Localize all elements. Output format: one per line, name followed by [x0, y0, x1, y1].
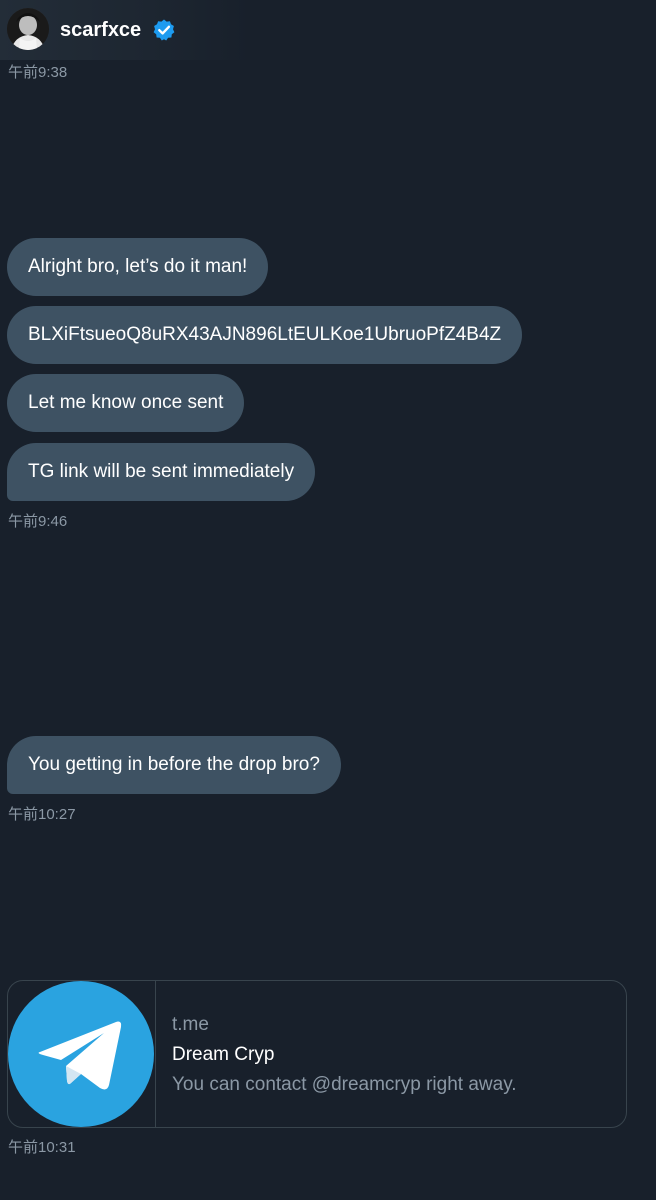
link-domain: t.me [172, 1014, 209, 1035]
username[interactable]: scarfxce [60, 17, 141, 43]
message-timestamp: 午前10:27 [8, 806, 76, 823]
message-bubble[interactable]: Let me know once sent [7, 374, 245, 432]
message-timestamp: 午前9:38 [8, 64, 68, 81]
message-bubble[interactable]: Alright bro, let’s do it man! [7, 238, 269, 296]
message-bubble[interactable]: TG link will be sent immediately [7, 443, 316, 501]
link-preview-card[interactable]: t.me Dream Cryp You can contact @dreamcr… [7, 980, 627, 1128]
message-timestamp: 午前9:46 [8, 513, 68, 530]
avatar[interactable] [7, 8, 49, 50]
message-timestamp: 午前10:31 [8, 1139, 76, 1156]
link-description: You can contact @dreamcryp right away. [172, 1074, 517, 1095]
message-bubble[interactable]: You getting in before the drop bro? [7, 736, 341, 794]
verified-badge-icon [152, 18, 176, 42]
link-title: Dream Cryp [172, 1044, 275, 1065]
message-bubble[interactable]: BLXiFtsueoQ8uRX43AJN896LtEULKoe1UbruoPfZ… [7, 306, 523, 364]
telegram-logo-icon [8, 981, 156, 1127]
